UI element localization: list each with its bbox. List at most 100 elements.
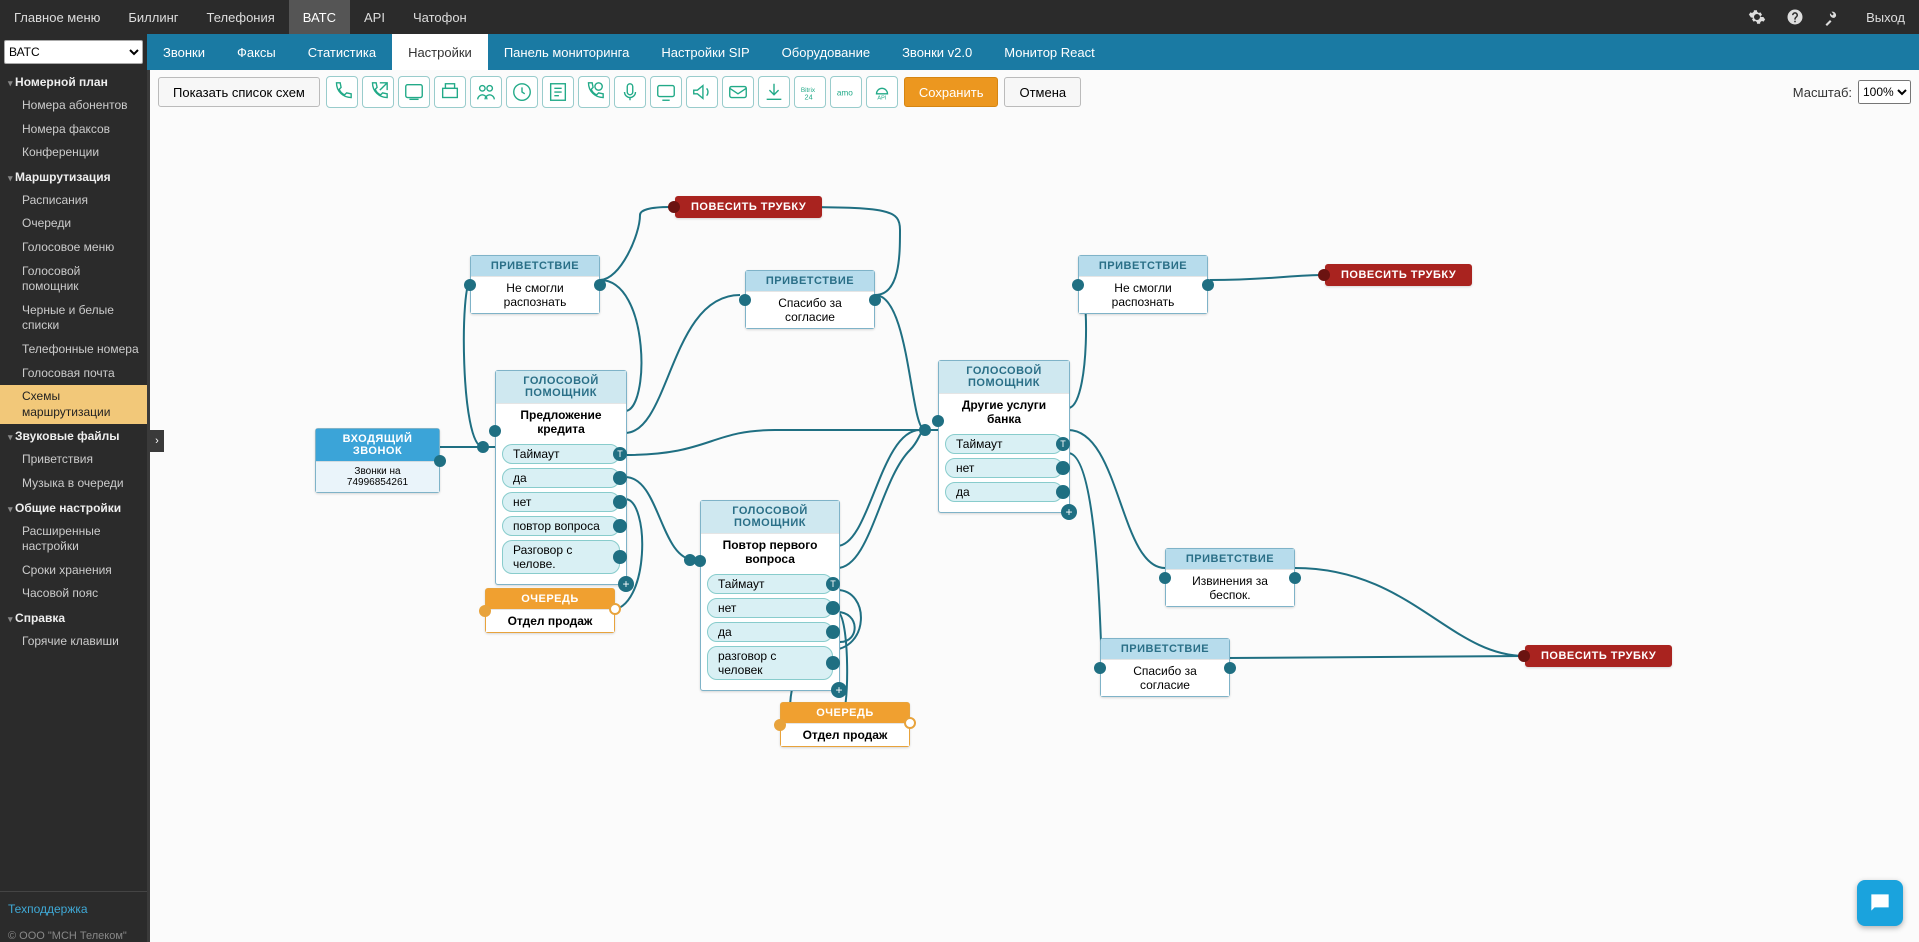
node-outport[interactable] — [613, 471, 627, 485]
save-button[interactable]: Сохранить — [904, 77, 999, 107]
node-outport[interactable] — [434, 455, 446, 467]
node-option[interactable]: Таймаут — [707, 574, 833, 594]
palette-dial-icon[interactable] — [578, 76, 610, 108]
node-queue[interactable]: ОЧЕРЕДЬ Отдел продаж — [780, 702, 910, 747]
sidebar-group[interactable]: Номерной план — [0, 70, 147, 94]
sidebar-item[interactable]: Очереди — [0, 212, 147, 236]
node-outport[interactable] — [613, 519, 627, 533]
node-inport[interactable] — [1159, 572, 1171, 584]
node-voice-assistant[interactable]: ГОЛОСОВОЙ ПОМОЩНИК Другие услуги банка Т… — [938, 360, 1070, 513]
add-option-button[interactable]: + — [618, 576, 634, 592]
palette-assistant-icon[interactable] — [650, 76, 682, 108]
node-inport[interactable] — [932, 415, 944, 427]
palette-download-icon[interactable] — [758, 76, 790, 108]
topnav-item[interactable]: Биллинг — [114, 0, 192, 34]
palette-bitrix-icon[interactable]: Bitrix24 — [794, 76, 826, 108]
node-greeting[interactable]: ПРИВЕТСТВИЕ Спасибо за согласие — [745, 270, 875, 329]
sidebar-item[interactable]: Схемы маршрутизации — [0, 385, 147, 424]
sidebar-item[interactable]: Голосовой помощник — [0, 260, 147, 299]
node-outport[interactable] — [826, 577, 840, 591]
node-inport[interactable] — [479, 605, 491, 617]
sidebar-item[interactable]: Телефонные номера — [0, 338, 147, 362]
sidebar-group[interactable]: Звуковые файлы — [0, 424, 147, 448]
sidebar-item[interactable]: Музыка в очереди — [0, 472, 147, 496]
node-outport[interactable] — [826, 625, 840, 639]
node-outport[interactable] — [613, 495, 627, 509]
gear-icon[interactable] — [1738, 0, 1776, 34]
sidebar-item[interactable]: Горячие клавиши — [0, 630, 147, 654]
sidebar-group[interactable]: Маршрутизация — [0, 165, 147, 189]
node-greeting[interactable]: ПРИВЕТСТВИЕ Не смогли распознать — [470, 255, 600, 314]
sidebar-item[interactable]: Черные и белые списки — [0, 299, 147, 338]
node-greeting[interactable]: ПРИВЕТСТВИЕ Не смогли распознать — [1078, 255, 1208, 314]
node-option[interactable]: да — [945, 482, 1063, 502]
tab[interactable]: Статистика — [292, 34, 392, 70]
sidebar-item[interactable]: Расширенные настройки — [0, 520, 147, 559]
sidebar-item[interactable]: Номера абонентов — [0, 94, 147, 118]
node-incoming-call[interactable]: ВХОДЯЩИЙ ЗВОНОК Звонки на 74996854261 — [315, 428, 440, 493]
tab[interactable]: Монитор React — [988, 34, 1111, 70]
chat-fab[interactable] — [1857, 880, 1903, 926]
node-outport[interactable] — [1224, 662, 1236, 674]
logout-link[interactable]: Выход — [1852, 0, 1919, 34]
node-outport[interactable] — [826, 601, 840, 615]
palette-conference-icon[interactable] — [470, 76, 502, 108]
sidebar-item[interactable]: Голосовая почта — [0, 362, 147, 386]
canvas[interactable]: › Показать список схем Bitrix24 amo — [147, 70, 1919, 942]
node-outport[interactable] — [1202, 279, 1214, 291]
node-hangup[interactable]: ПОВЕСИТЬ ТРУБКУ — [675, 196, 822, 218]
sidebar-item[interactable]: Номера факсов — [0, 118, 147, 142]
node-inport[interactable] — [774, 719, 786, 731]
palette-fax-icon[interactable] — [434, 76, 466, 108]
node-outport[interactable] — [1056, 437, 1070, 451]
tab[interactable]: Звонки — [147, 34, 221, 70]
palette-api-icon[interactable]: API — [866, 76, 898, 108]
sidebar-item[interactable]: Приветствия — [0, 448, 147, 472]
node-voice-assistant[interactable]: ГОЛОСОВОЙ ПОМОЩНИК Предложение кредита Т… — [495, 370, 627, 585]
node-inport[interactable] — [1094, 662, 1106, 674]
tab[interactable]: Настройки — [392, 34, 488, 70]
node-inport[interactable] — [668, 201, 680, 213]
palette-outgoing-icon[interactable] — [362, 76, 394, 108]
scale-select[interactable]: 100% — [1858, 80, 1911, 104]
palette-schedule-icon[interactable] — [506, 76, 538, 108]
show-schemes-button[interactable]: Показать список схем — [158, 77, 320, 107]
tab[interactable]: Панель мониторинга — [488, 34, 646, 70]
cancel-button[interactable]: Отмена — [1004, 77, 1081, 107]
add-option-button[interactable]: + — [831, 682, 847, 698]
node-option[interactable]: нет — [707, 598, 833, 618]
node-inport[interactable] — [694, 555, 706, 567]
node-option[interactable]: Разговор с челове. — [502, 540, 620, 574]
node-inport[interactable] — [1318, 269, 1330, 281]
node-greeting[interactable]: ПРИВЕТСТВИЕ Спасибо за согласие — [1100, 638, 1230, 697]
topnav-item[interactable]: Чатофон — [399, 0, 481, 34]
sidebar-group[interactable]: Общие настройки — [0, 496, 147, 520]
node-greeting[interactable]: ПРИВЕТСТВИЕ Извинения за беспок. — [1165, 548, 1295, 607]
sidebar-group[interactable]: Справка — [0, 606, 147, 630]
topnav-item[interactable]: ВАТС — [289, 0, 350, 34]
node-hangup[interactable]: ПОВЕСИТЬ ТРУБКУ — [1325, 264, 1472, 286]
palette-voicemail-icon[interactable] — [722, 76, 754, 108]
topnav-item[interactable]: Главное меню — [0, 0, 114, 34]
tab[interactable]: Факсы — [221, 34, 292, 70]
support-link[interactable]: Техподдержка — [8, 902, 88, 916]
node-outport[interactable] — [1289, 572, 1301, 584]
sidebar-item[interactable]: Расписания — [0, 189, 147, 213]
palette-incoming-icon[interactable] — [326, 76, 358, 108]
palette-announce-icon[interactable] — [686, 76, 718, 108]
node-option[interactable]: нет — [945, 458, 1063, 478]
node-outport[interactable] — [613, 550, 627, 564]
add-option-button[interactable]: + — [1061, 504, 1077, 520]
tab[interactable]: Оборудование — [766, 34, 886, 70]
node-outport[interactable] — [1056, 461, 1070, 475]
node-outport[interactable] — [613, 447, 627, 461]
node-option[interactable]: да — [707, 622, 833, 642]
node-option[interactable]: разговор с человек — [707, 646, 833, 680]
palette-sms-icon[interactable] — [398, 76, 430, 108]
node-option[interactable]: нет — [502, 492, 620, 512]
tools-icon[interactable] — [1814, 0, 1852, 34]
palette-menu-icon[interactable] — [542, 76, 574, 108]
node-inport[interactable] — [464, 279, 476, 291]
node-outport[interactable] — [904, 717, 916, 729]
node-option[interactable]: Таймаут — [502, 444, 620, 464]
